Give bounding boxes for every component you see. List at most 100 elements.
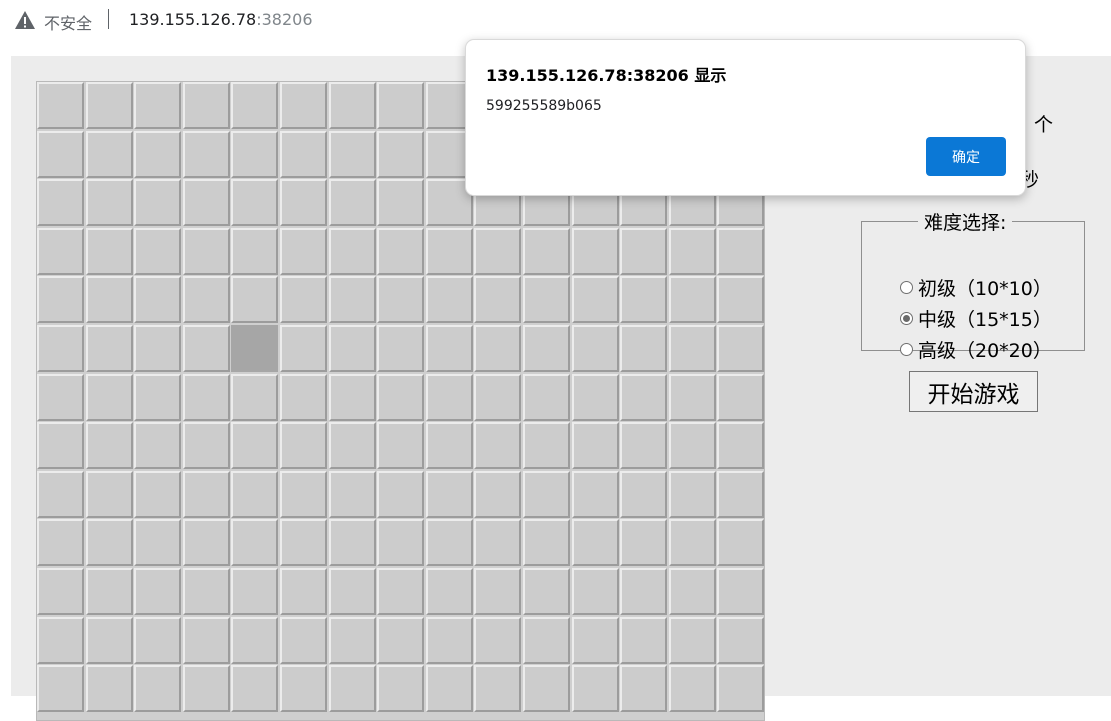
board-cell[interactable]	[134, 519, 181, 566]
board-cell[interactable]	[86, 276, 133, 323]
board-cell[interactable]	[377, 519, 424, 566]
board-cell[interactable]	[231, 519, 278, 566]
board-cell[interactable]	[377, 131, 424, 178]
board-cell[interactable]	[523, 228, 570, 275]
board-cell[interactable]	[474, 519, 521, 566]
board-cell[interactable]	[572, 325, 619, 372]
board-cell[interactable]	[523, 665, 570, 712]
board-cell[interactable]	[669, 519, 716, 566]
board-cell[interactable]	[134, 471, 181, 518]
board-cell[interactable]	[37, 519, 84, 566]
url-field[interactable]: 139.155.126.78:38206	[129, 10, 313, 29]
board-cell[interactable]	[717, 471, 764, 518]
board-cell[interactable]	[572, 228, 619, 275]
board-cell[interactable]	[620, 325, 667, 372]
board-cell[interactable]	[37, 82, 84, 129]
board-cell[interactable]	[474, 665, 521, 712]
board-cell[interactable]	[37, 374, 84, 421]
board-cell[interactable]	[37, 228, 84, 275]
board-cell[interactable]	[377, 471, 424, 518]
board-cell[interactable]	[231, 471, 278, 518]
board-cell[interactable]	[572, 617, 619, 664]
board-cell[interactable]	[280, 519, 327, 566]
board-cell[interactable]	[717, 374, 764, 421]
board-cell[interactable]	[523, 422, 570, 469]
board-cell[interactable]	[329, 276, 376, 323]
board-cell[interactable]	[717, 276, 764, 323]
board-cell[interactable]	[377, 325, 424, 372]
board-cell[interactable]	[523, 325, 570, 372]
board-cell[interactable]	[183, 471, 230, 518]
board-cell[interactable]	[280, 471, 327, 518]
board-cell[interactable]	[669, 228, 716, 275]
board-cell[interactable]	[717, 422, 764, 469]
board-cell[interactable]	[329, 471, 376, 518]
start-game-button[interactable]: 开始游戏	[909, 371, 1038, 412]
board-cell[interactable]	[231, 82, 278, 129]
board-cell[interactable]	[523, 374, 570, 421]
board-cell[interactable]	[183, 568, 230, 615]
security-status-label[interactable]: 不安全	[44, 10, 92, 34]
board-cell[interactable]	[329, 374, 376, 421]
board-cell[interactable]	[134, 131, 181, 178]
board-cell[interactable]	[377, 665, 424, 712]
board-cell[interactable]	[377, 617, 424, 664]
board-cell[interactable]	[474, 228, 521, 275]
board-cell[interactable]	[280, 276, 327, 323]
board-cell[interactable]	[669, 617, 716, 664]
board-cell[interactable]	[572, 665, 619, 712]
board-cell[interactable]	[134, 665, 181, 712]
board-cell[interactable]	[474, 471, 521, 518]
board-cell[interactable]	[620, 422, 667, 469]
board-cell[interactable]	[572, 276, 619, 323]
board-cell[interactable]	[572, 519, 619, 566]
board-cell[interactable]	[37, 179, 84, 226]
board-cell[interactable]	[620, 374, 667, 421]
board-cell[interactable]	[134, 568, 181, 615]
board-cell[interactable]	[231, 179, 278, 226]
board-cell[interactable]	[134, 325, 181, 372]
board-cell[interactable]	[669, 374, 716, 421]
board-cell[interactable]	[183, 276, 230, 323]
board-cell[interactable]	[231, 276, 278, 323]
board-cell[interactable]	[231, 325, 278, 372]
board-cell[interactable]	[329, 665, 376, 712]
board-cell[interactable]	[426, 519, 473, 566]
board-cell[interactable]	[377, 228, 424, 275]
board-cell[interactable]	[426, 617, 473, 664]
board-cell[interactable]	[474, 325, 521, 372]
board-cell[interactable]	[377, 82, 424, 129]
board-cell[interactable]	[426, 665, 473, 712]
board-cell[interactable]	[280, 665, 327, 712]
board-cell[interactable]	[426, 276, 473, 323]
board-cell[interactable]	[426, 422, 473, 469]
board-cell[interactable]	[669, 422, 716, 469]
board-cell[interactable]	[523, 568, 570, 615]
board-cell[interactable]	[183, 617, 230, 664]
board-cell[interactable]	[329, 568, 376, 615]
board-cell[interactable]	[669, 665, 716, 712]
board-cell[interactable]	[280, 617, 327, 664]
board-cell[interactable]	[134, 276, 181, 323]
board-cell[interactable]	[86, 422, 133, 469]
board-cell[interactable]	[231, 228, 278, 275]
board-cell[interactable]	[474, 374, 521, 421]
board-cell[interactable]	[426, 325, 473, 372]
board-cell[interactable]	[377, 374, 424, 421]
board-cell[interactable]	[183, 374, 230, 421]
board-cell[interactable]	[86, 617, 133, 664]
board-cell[interactable]	[377, 179, 424, 226]
board-cell[interactable]	[280, 374, 327, 421]
board-cell[interactable]	[86, 471, 133, 518]
board-cell[interactable]	[474, 422, 521, 469]
board-cell[interactable]	[572, 568, 619, 615]
board-cell[interactable]	[523, 519, 570, 566]
board-cell[interactable]	[523, 276, 570, 323]
board-cell[interactable]	[183, 422, 230, 469]
board-cell[interactable]	[620, 228, 667, 275]
board-cell[interactable]	[620, 617, 667, 664]
board-cell[interactable]	[377, 568, 424, 615]
board-cell[interactable]	[669, 568, 716, 615]
board-cell[interactable]	[620, 519, 667, 566]
board-cell[interactable]	[669, 276, 716, 323]
